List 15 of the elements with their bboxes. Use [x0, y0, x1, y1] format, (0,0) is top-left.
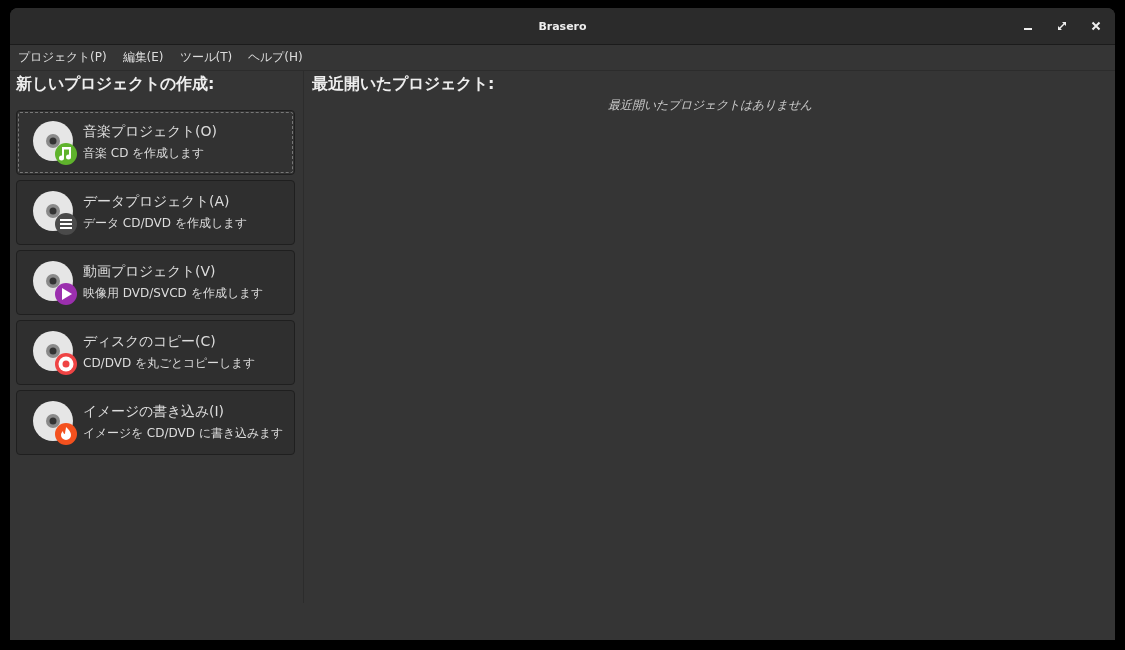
menu-item[interactable]: プロジェクト(P)	[18, 49, 107, 66]
project-type-button[interactable]: ディスクのコピー(C) CD/DVD を丸ごとコピーします	[16, 320, 295, 385]
maximize-icon[interactable]	[1057, 21, 1067, 31]
window-title: Brasero	[538, 19, 587, 33]
menu-item[interactable]: 編集(E)	[122, 49, 164, 66]
section-heading: 新しいプロジェクトの作成:	[16, 73, 216, 95]
project-type-button[interactable]: 音楽プロジェクト(O) 音楽 CD を作成します	[16, 110, 295, 175]
section-heading: 最近開いたプロジェクト:	[312, 73, 496, 95]
close-icon[interactable]	[1091, 21, 1101, 31]
empty-message: 最近開いたプロジェクトはありません	[606, 97, 813, 114]
project-type-button[interactable]: 動画プロジェクト(V) 映像用 DVD/SVCD を作成します	[16, 250, 295, 315]
menu-item[interactable]: ヘルプ(H)	[248, 49, 303, 66]
menu-item[interactable]: ツール(T)	[179, 49, 233, 66]
project-type-button[interactable]: データプロジェクト(A) データ CD/DVD を作成します	[16, 180, 295, 245]
project-type-button[interactable]: イメージの書き込み(I) イメージを CD/DVD に書き込みます	[16, 390, 295, 455]
